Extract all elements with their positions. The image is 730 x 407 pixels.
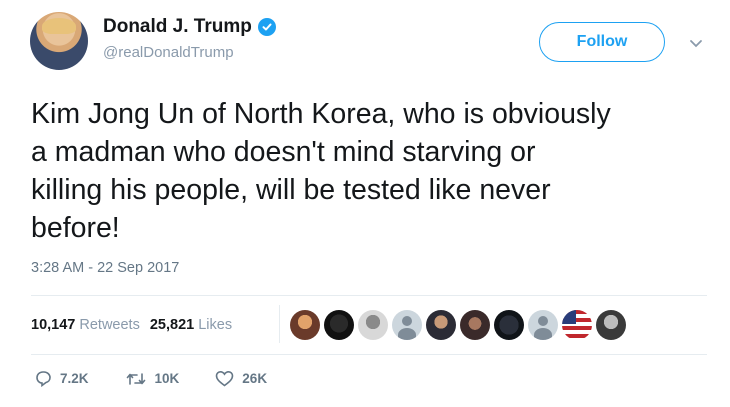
follow-button[interactable]: Follow xyxy=(539,22,665,62)
likes-label: Likes xyxy=(198,317,233,333)
tweet-timestamp[interactable]: 3:28 AM - 22 Sep 2017 xyxy=(31,260,179,276)
likes-count: 25,821 xyxy=(149,317,195,333)
retweet-count: 10K xyxy=(154,371,180,386)
stats-separator xyxy=(279,305,280,343)
divider xyxy=(31,354,707,355)
heart-icon xyxy=(215,370,234,387)
like-count: 26K xyxy=(242,371,268,386)
chevron-down-icon[interactable] xyxy=(689,36,703,54)
tweet-text: Kim Jong Un of North Korea, who is obvio… xyxy=(31,98,611,244)
author-display-name[interactable]: Donald J. Trump xyxy=(103,16,252,38)
retweet-button[interactable]: 10K xyxy=(125,371,180,387)
divider xyxy=(31,295,707,296)
name-row: Donald J. Trump xyxy=(103,16,276,38)
default-profile-icon[interactable] xyxy=(392,310,422,340)
author-avatar[interactable] xyxy=(30,12,88,70)
liker-avatar[interactable] xyxy=(324,310,354,340)
liker-avatar[interactable] xyxy=(562,310,592,340)
liker-avatar[interactable] xyxy=(290,310,320,340)
retweets-count: 10,147 xyxy=(31,317,76,333)
tweet-card: Donald J. Trump @realDonaldTrump Follow … xyxy=(0,0,730,407)
liker-avatar[interactable] xyxy=(358,310,388,340)
retweet-icon xyxy=(126,372,145,385)
liker-avatar[interactable] xyxy=(426,310,456,340)
likes-stat[interactable]: 25,821 Likes xyxy=(150,317,232,333)
reply-icon xyxy=(36,371,51,387)
reply-count: 7.2K xyxy=(60,371,89,386)
engagement-stats: 10,147 Retweets 25,821 Likes xyxy=(31,317,232,333)
verified-badge-icon xyxy=(257,18,276,36)
liker-avatars xyxy=(290,310,626,340)
retweets-label: Retweets xyxy=(79,317,140,333)
liker-avatar[interactable] xyxy=(596,310,626,340)
default-profile-icon[interactable] xyxy=(528,310,558,340)
author-handle[interactable]: @realDonaldTrump xyxy=(103,44,276,61)
retweets-stat[interactable]: 10,147 Retweets xyxy=(31,317,140,333)
liker-avatar[interactable] xyxy=(460,310,490,340)
liker-avatar[interactable] xyxy=(494,310,524,340)
like-button[interactable]: 26K xyxy=(215,370,267,387)
tweet-actions: 7.2K 10K 26K xyxy=(34,370,303,387)
author-info: Donald J. Trump @realDonaldTrump xyxy=(103,16,276,61)
reply-button[interactable]: 7.2K xyxy=(34,370,89,387)
